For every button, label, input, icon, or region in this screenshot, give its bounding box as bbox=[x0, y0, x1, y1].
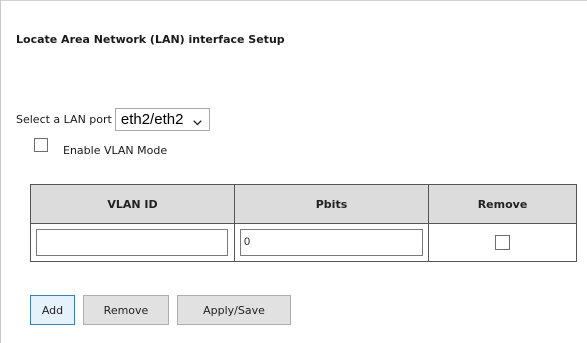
vlan-id-input[interactable] bbox=[36, 229, 228, 256]
column-header-pbits: Pbits bbox=[234, 184, 429, 224]
vlan-table: VLAN ID Pbits Remove 0 bbox=[30, 184, 577, 262]
vlan-table-header-row: VLAN ID Pbits Remove bbox=[30, 184, 577, 224]
table-row: 0 bbox=[30, 223, 577, 262]
enable-vlan-row: Enable VLAN Mode bbox=[34, 138, 167, 157]
enable-vlan-label: Enable VLAN Mode bbox=[63, 143, 168, 157]
frame-top-border bbox=[0, 0, 587, 1]
pbits-input[interactable]: 0 bbox=[240, 229, 423, 256]
lan-port-selected-value: eth2/eth2 bbox=[120, 110, 184, 128]
remove-row-checkbox[interactable] bbox=[495, 235, 510, 250]
chevron-down-icon bbox=[193, 113, 203, 126]
add-button[interactable]: Add bbox=[30, 295, 75, 325]
pbits-cell: 0 bbox=[234, 223, 429, 262]
enable-vlan-checkbox[interactable] bbox=[34, 138, 48, 152]
remove-cell bbox=[428, 223, 577, 262]
apply-save-button[interactable]: Apply/Save bbox=[177, 295, 291, 325]
column-header-vlan-id: VLAN ID bbox=[30, 184, 235, 224]
column-header-remove: Remove bbox=[428, 184, 577, 224]
action-buttons: Add Remove Apply/Save bbox=[30, 295, 299, 325]
lan-port-select[interactable]: eth2/eth2 bbox=[114, 107, 211, 131]
remove-button[interactable]: Remove bbox=[83, 295, 169, 325]
vlan-id-cell bbox=[30, 223, 235, 262]
lan-port-row: Select a LAN port eth2/eth2 bbox=[16, 107, 211, 131]
frame-left-border bbox=[0, 0, 6, 343]
lan-port-label: Select a LAN port bbox=[16, 112, 112, 126]
page-title: Locate Area Network (LAN) interface Setu… bbox=[16, 33, 285, 46]
